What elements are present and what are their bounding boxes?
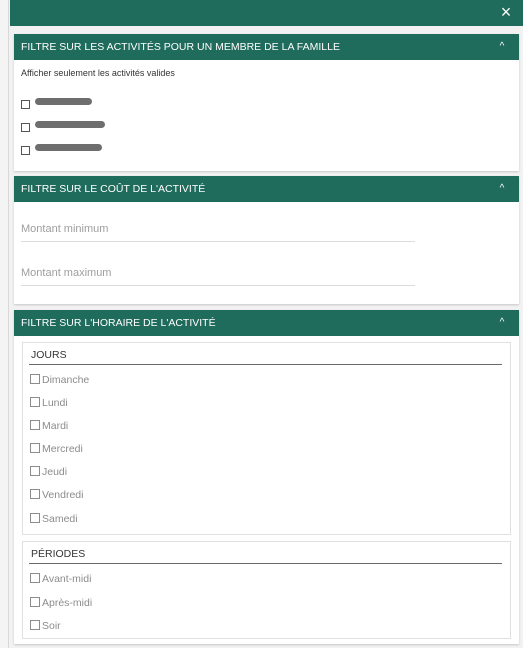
- family-member-checkbox[interactable]: [21, 123, 30, 133]
- period-option-avant-midi[interactable]: Avant-midi: [30, 572, 91, 586]
- periods-title: PÉRIODES: [31, 548, 86, 560]
- schedule-filter-header[interactable]: FILTRE SUR L'HORAIRE DE L'ACTIVITÉ ^: [14, 310, 519, 336]
- schedule-filter-section: FILTRE SUR L'HORAIRE DE L'ACTIVITÉ ^ JOU…: [14, 310, 519, 644]
- day-checkbox[interactable]: [30, 513, 40, 523]
- chevron-up-icon[interactable]: ^: [495, 34, 509, 60]
- days-fieldset: JOURS Dimanche Lundi Mardi Mercredi Jeud…: [22, 342, 511, 535]
- day-label: Mardi: [42, 420, 69, 432]
- period-option-apres-midi[interactable]: Après-midi: [30, 596, 92, 610]
- family-filter-title: FILTRE SUR LES ACTIVITÉS POUR UN MEMBRE …: [21, 41, 340, 53]
- schedule-filter-title: FILTRE SUR L'HORAIRE DE L'ACTIVITÉ: [21, 317, 216, 329]
- period-label: Après-midi: [42, 597, 93, 609]
- cost-filter-header[interactable]: FILTRE SUR LE COÛT DE L'ACTIVITÉ ^: [14, 176, 519, 202]
- chevron-up-icon[interactable]: ^: [495, 310, 509, 336]
- period-checkbox[interactable]: [30, 573, 40, 583]
- valid-only-label: Afficher seulement les activités valides: [21, 68, 175, 78]
- family-member-row: [21, 119, 105, 133]
- day-label: Mercredi: [42, 443, 83, 455]
- cost-filter-section: FILTRE SUR LE COÛT DE L'ACTIVITÉ ^: [14, 176, 519, 304]
- period-checkbox[interactable]: [30, 597, 40, 607]
- min-amount-field[interactable]: [21, 216, 415, 242]
- day-label: Lundi: [42, 397, 68, 409]
- day-option-lundi[interactable]: Lundi: [30, 396, 68, 410]
- day-option-samedi[interactable]: Samedi: [30, 512, 78, 526]
- period-label: Avant-midi: [42, 573, 92, 585]
- day-checkbox[interactable]: [30, 397, 40, 407]
- day-checkbox[interactable]: [30, 466, 40, 476]
- redacted-name: [35, 98, 92, 105]
- redacted-name: [35, 144, 102, 151]
- family-member-checkbox[interactable]: [21, 100, 30, 110]
- max-amount-field[interactable]: [21, 260, 415, 286]
- cost-filter-title: FILTRE SUR LE COÛT DE L'ACTIVITÉ: [21, 183, 206, 195]
- family-filter-section: FILTRE SUR LES ACTIVITÉS POUR UN MEMBRE …: [14, 34, 519, 171]
- day-option-vendredi[interactable]: Vendredi: [30, 488, 83, 502]
- family-filter-header[interactable]: FILTRE SUR LES ACTIVITÉS POUR UN MEMBRE …: [14, 34, 519, 60]
- day-option-mercredi[interactable]: Mercredi: [30, 442, 83, 456]
- period-label: Soir: [42, 620, 61, 632]
- day-label: Dimanche: [42, 374, 90, 386]
- day-label: Jeudi: [42, 466, 68, 478]
- period-checkbox[interactable]: [30, 620, 40, 630]
- day-option-jeudi[interactable]: Jeudi: [30, 465, 67, 479]
- day-checkbox[interactable]: [30, 489, 40, 499]
- periods-divider: [29, 563, 502, 564]
- family-member-row: [21, 142, 102, 156]
- min-amount-input[interactable]: [21, 216, 415, 242]
- family-member-row: [21, 96, 92, 110]
- day-label: Samedi: [42, 513, 78, 525]
- periods-fieldset: PÉRIODES Avant-midi Après-midi Soir: [22, 541, 511, 639]
- max-amount-input[interactable]: [21, 260, 415, 286]
- day-option-dimanche[interactable]: Dimanche: [30, 373, 89, 387]
- day-checkbox[interactable]: [30, 443, 40, 453]
- day-option-mardi[interactable]: Mardi: [30, 419, 68, 433]
- day-label: Vendredi: [42, 489, 84, 501]
- day-checkbox[interactable]: [30, 374, 40, 384]
- days-divider: [29, 364, 502, 365]
- background-page-edge: [0, 0, 9, 648]
- panel-topbar: ×: [10, 0, 523, 26]
- close-icon[interactable]: ×: [497, 2, 515, 22]
- chevron-up-icon[interactable]: ^: [495, 176, 509, 202]
- day-checkbox[interactable]: [30, 420, 40, 430]
- redacted-name: [35, 121, 105, 128]
- family-member-checkbox[interactable]: [21, 146, 30, 156]
- period-option-soir[interactable]: Soir: [30, 619, 61, 633]
- days-title: JOURS: [31, 349, 67, 361]
